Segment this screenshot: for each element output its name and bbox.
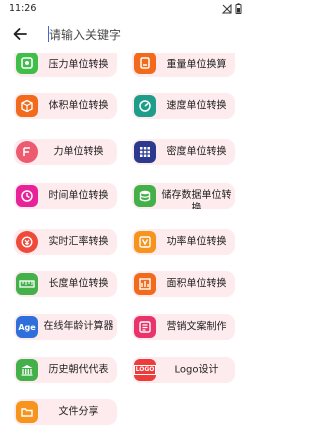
tool-label: 营销文案制作 bbox=[166, 321, 227, 333]
file-share-icon bbox=[16, 401, 38, 423]
tool-label: 密度单位转换 bbox=[166, 146, 227, 158]
logo-icon-text: LOGO bbox=[133, 365, 157, 375]
tool-card-time[interactable]: 时间单位转换 bbox=[14, 183, 117, 209]
text-caret bbox=[48, 26, 49, 42]
tool-label: 在线年龄计算器 bbox=[43, 321, 114, 332]
tool-card-logo-design[interactable]: LOGO Logo设计 bbox=[132, 357, 235, 383]
tool-label: 文件分享 bbox=[58, 406, 99, 418]
tool-card-density[interactable]: 密度单位转换 bbox=[132, 139, 235, 165]
tool-card-area[interactable]: 面积单位转换 bbox=[132, 271, 235, 297]
tool-card-storage[interactable]: 储存数据单位转换 bbox=[132, 183, 235, 209]
tool-label: 时间单位转换 bbox=[48, 190, 109, 202]
tool-label: 实时汇率转换 bbox=[48, 236, 109, 248]
back-arrow-icon[interactable] bbox=[12, 26, 30, 44]
age-icon: Age bbox=[16, 316, 38, 338]
tool-label: 储存数据单位转换 bbox=[161, 190, 232, 209]
tool-label: 力单位转换 bbox=[53, 146, 104, 158]
tool-card-length[interactable]: 长度单位转换 bbox=[14, 271, 117, 297]
history-temple-icon bbox=[16, 359, 38, 381]
tool-label: 压力单位转换 bbox=[48, 59, 109, 71]
clock-icon bbox=[16, 185, 38, 207]
tool-card-exchange-rate[interactable]: 实时汇率转换 bbox=[14, 229, 117, 255]
tool-label: 面积单位转换 bbox=[166, 278, 227, 290]
tool-card-file-share[interactable]: 文件分享 bbox=[14, 399, 117, 425]
speedometer-icon bbox=[134, 95, 156, 117]
tool-card-pressure[interactable]: 压力单位转换 bbox=[14, 53, 117, 77]
tool-card-age-calculator[interactable]: Age 在线年龄计算器 bbox=[14, 314, 117, 340]
tool-label: 历史朝代代表 bbox=[48, 364, 109, 376]
area-chart-icon bbox=[134, 273, 156, 295]
tool-card-marketing-copy[interactable]: 营销文案制作 bbox=[132, 314, 235, 340]
signal-off-icon bbox=[222, 3, 232, 13]
battery-icon bbox=[235, 3, 242, 14]
power-icon bbox=[134, 231, 156, 253]
tool-card-weight[interactable]: 重量单位换算 bbox=[132, 53, 235, 77]
status-bar: 11:26 bbox=[0, 0, 250, 18]
status-time: 11:26 bbox=[9, 3, 37, 14]
tool-card-speed[interactable]: 速度单位转换 bbox=[132, 93, 235, 119]
marketing-copy-icon bbox=[134, 316, 156, 338]
force-icon bbox=[16, 141, 38, 163]
tool-label: 体积单位转换 bbox=[48, 100, 109, 112]
tool-card-force[interactable]: 力单位转换 bbox=[14, 139, 117, 165]
density-grid-icon bbox=[134, 141, 156, 163]
logo-design-icon: LOGO bbox=[133, 359, 157, 381]
search-bar bbox=[0, 22, 250, 48]
tool-card-history-dynasty[interactable]: 历史朝代代表 bbox=[14, 357, 117, 383]
tool-card-volume[interactable]: 体积单位转换 bbox=[14, 93, 117, 119]
ruler-icon bbox=[16, 273, 38, 295]
tool-card-power[interactable]: 功率单位转换 bbox=[132, 229, 235, 255]
weight-scale-icon bbox=[134, 53, 156, 74]
volume-box-icon bbox=[16, 95, 38, 117]
tool-label: 长度单位转换 bbox=[48, 278, 109, 290]
currency-exchange-icon bbox=[16, 231, 38, 253]
status-icons bbox=[222, 3, 242, 14]
tools-grid: 压力单位转换 重量单位换算 体积单位转换 速度单位转换 力单位转换 密度单位转换 bbox=[0, 0, 250, 444]
tool-label: 速度单位转换 bbox=[166, 100, 227, 112]
pressure-gauge-icon bbox=[16, 53, 38, 74]
storage-database-icon bbox=[134, 185, 156, 207]
search-input[interactable] bbox=[49, 25, 229, 45]
tool-label: 重量单位换算 bbox=[166, 59, 227, 71]
tool-label: Logo设计 bbox=[174, 364, 219, 376]
tool-label: 功率单位转换 bbox=[166, 236, 227, 248]
